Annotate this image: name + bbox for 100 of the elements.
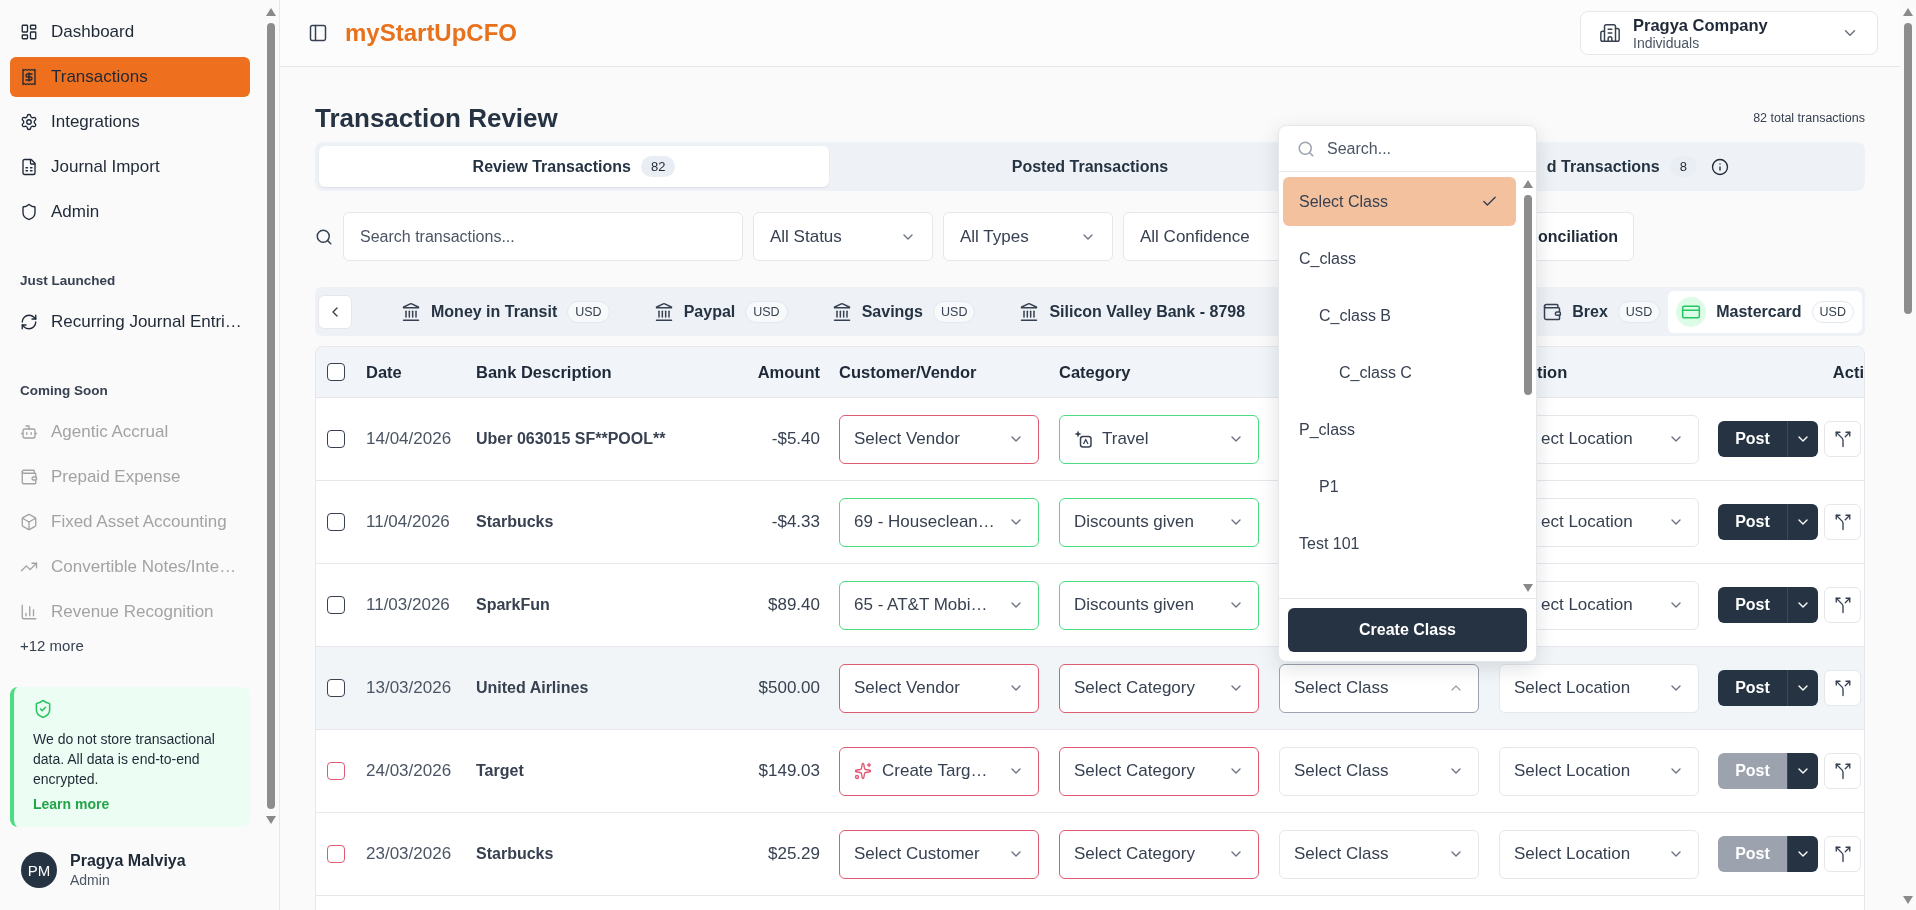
- receipt-icon: [20, 68, 38, 86]
- company-selector[interactable]: Pragya Company Individuals: [1580, 11, 1878, 55]
- total-count: 82 total transactions: [1753, 111, 1865, 125]
- location-select[interactable]: Select Location: [1499, 663, 1699, 713]
- description-cell-text: United Airlines: [476, 679, 590, 697]
- row-checkbox[interactable]: [327, 845, 345, 863]
- select-all-checkbox[interactable]: [327, 363, 345, 381]
- nav-item[interactable]: Dashboard: [10, 12, 250, 52]
- menu-option[interactable]: C_class C: [1283, 348, 1516, 397]
- account-tab[interactable]: Mastercard USD: [1668, 290, 1862, 333]
- split-button[interactable]: [1824, 504, 1861, 540]
- vendor-select[interactable]: Select Customer: [839, 829, 1039, 879]
- row-checkbox[interactable]: [327, 762, 345, 780]
- scroll-down-icon[interactable]: [266, 816, 276, 824]
- account-tab[interactable]: Money in Transit USD: [391, 290, 620, 333]
- row-checkbox[interactable]: [327, 596, 345, 614]
- account-tab[interactable]: Paypal USD: [643, 290, 798, 333]
- description-cell-text: SparkFun: [476, 596, 551, 614]
- location-select[interactable]: Select Location: [1499, 746, 1699, 796]
- nav-item[interactable]: Journal Import: [10, 147, 250, 187]
- split-button[interactable]: [1824, 421, 1861, 457]
- count-badge: 82: [640, 156, 676, 177]
- post-menu-button[interactable]: [1787, 504, 1818, 540]
- category-select[interactable]: Select Category: [1059, 746, 1259, 796]
- sparkle-tag-icon: [1074, 430, 1092, 448]
- post-menu-button[interactable]: [1787, 753, 1818, 789]
- scrollbar-thumb[interactable]: [1524, 195, 1532, 395]
- date-cell-text: 13/03/2026: [366, 678, 453, 698]
- create-class-button[interactable]: Create Class: [1288, 608, 1527, 652]
- vendor-select[interactable]: Select Vendor: [839, 663, 1039, 713]
- scrollbar-thumb[interactable]: [267, 23, 275, 809]
- scrollbar-thumb[interactable]: [1904, 23, 1912, 314]
- search-icon: [315, 227, 333, 246]
- split-button[interactable]: [1824, 587, 1861, 623]
- account-tab[interactable]: Savings USD: [821, 290, 986, 333]
- more-link[interactable]: +12 more: [20, 637, 84, 655]
- search-field[interactable]: Search...: [1325, 133, 1522, 164]
- column-header: tion: [1536, 362, 1569, 382]
- category-select[interactable]: Discounts given: [1059, 497, 1259, 547]
- tab[interactable]: Review Transactions 82: [319, 146, 829, 187]
- nav-item[interactable]: Integrations: [10, 102, 250, 142]
- row-checkbox[interactable]: [327, 679, 345, 697]
- split-button[interactable]: [1824, 753, 1861, 789]
- post-menu-button[interactable]: [1787, 670, 1818, 706]
- row-checkbox[interactable]: [327, 430, 345, 448]
- post-button[interactable]: Post: [1718, 504, 1787, 540]
- sparkles-icon: [854, 762, 872, 780]
- post-menu-button[interactable]: [1787, 836, 1818, 872]
- spreadsheet-icon: [20, 158, 38, 176]
- split-button[interactable]: [1824, 670, 1861, 706]
- search-field[interactable]: Search transactions...: [343, 212, 743, 261]
- row-checkbox[interactable]: [327, 513, 345, 531]
- notice-text: We do not store transactional data. All data is end-to-end encrypted.: [33, 730, 216, 789]
- nav-item[interactable]: Transactions: [10, 57, 250, 97]
- category-select[interactable]: Travel: [1059, 414, 1259, 464]
- scroll-up-icon[interactable]: [1903, 8, 1913, 16]
- category-select[interactable]: Discounts given: [1059, 580, 1259, 630]
- sidebar-toggle-icon[interactable]: [308, 23, 328, 43]
- vendor-select[interactable]: Select Vendor: [839, 414, 1039, 464]
- column-header: Customer/Vendor: [838, 362, 978, 382]
- split-icon: [1833, 596, 1852, 614]
- menu-option[interactable]: C_class B: [1283, 291, 1516, 340]
- vendor-select[interactable]: Create Targ…: [839, 746, 1039, 796]
- scroll-left-button[interactable]: [318, 294, 352, 329]
- class-select[interactable]: Select Class: [1279, 746, 1479, 796]
- scroll-up-icon[interactable]: [1523, 180, 1533, 188]
- account-tab[interactable]: Silicon Valley Bank - 8798: [1009, 290, 1256, 333]
- info-icon[interactable]: [1711, 157, 1729, 176]
- category-select[interactable]: Select Category: [1059, 663, 1259, 713]
- scroll-down-icon[interactable]: [1903, 896, 1913, 904]
- vendor-select[interactable]: 69 - Houseclean…: [839, 497, 1039, 547]
- scroll-down-icon[interactable]: [1523, 584, 1533, 592]
- post-button[interactable]: Post: [1718, 421, 1787, 457]
- split-button[interactable]: [1824, 836, 1861, 872]
- category-select[interactable]: Select Category: [1059, 829, 1259, 879]
- refresh-icon: [20, 313, 38, 331]
- nav-item[interactable]: Recurring Journal Entri…: [10, 302, 250, 342]
- bank-icon: [401, 301, 421, 322]
- location-select[interactable]: Select Location: [1499, 829, 1699, 879]
- amount-cell-text: $149.03: [757, 761, 821, 781]
- split-icon: [1833, 762, 1852, 780]
- column-header: Date: [366, 362, 403, 382]
- nav-item[interactable]: Admin: [10, 192, 250, 232]
- column-header: Acti: [1831, 362, 1864, 382]
- split-icon: [1833, 679, 1852, 697]
- post-button[interactable]: Post: [1718, 587, 1787, 623]
- filter-select[interactable]: All Status: [753, 212, 933, 261]
- filter-select[interactable]: All Types: [943, 212, 1113, 261]
- settings-icon: [20, 113, 38, 131]
- bank-icon: [653, 301, 674, 322]
- class-select[interactable]: Select Class: [1279, 663, 1479, 713]
- class-select[interactable]: Select Class: [1279, 829, 1479, 879]
- vendor-select[interactable]: 65 - AT&T Mobi…: [839, 580, 1039, 630]
- currency-badge: USD: [933, 300, 976, 323]
- bar-chart-icon: [20, 603, 38, 621]
- menu-option[interactable]: Select Class: [1283, 177, 1516, 226]
- currency-badge: USD: [1617, 300, 1661, 323]
- post-button[interactable]: Post: [1718, 670, 1787, 706]
- post-menu-button[interactable]: [1787, 587, 1818, 623]
- post-menu-button[interactable]: [1787, 421, 1818, 457]
